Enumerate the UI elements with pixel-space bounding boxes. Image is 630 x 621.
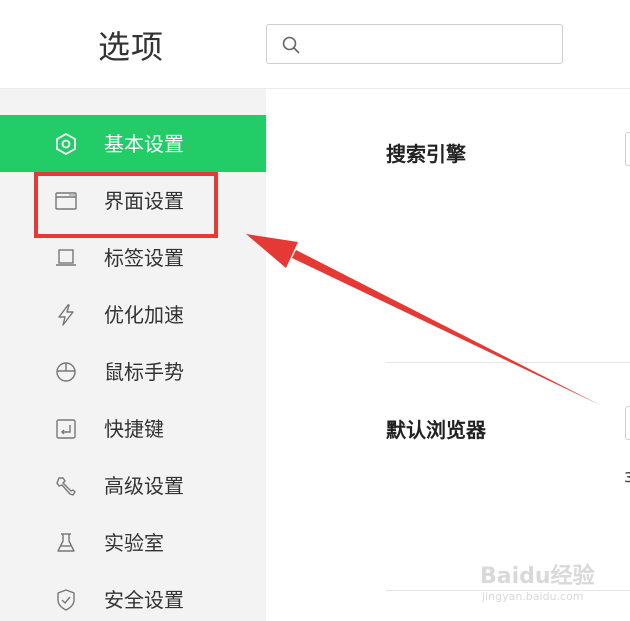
sidebar-item-label: 实验室 — [104, 531, 164, 555]
section-label-default-browser: 默认浏览器 — [386, 418, 486, 442]
sidebar-item-label: 标签设置 — [104, 246, 184, 270]
watermark-subtext: jingyan.baidu.com — [482, 590, 584, 603]
options-window: 选项 基本设置 界面设置 标签设置 优化加速 鼠标手势 快捷键 高级设置 实验室… — [0, 0, 630, 621]
sidebar-item-label: 安全设置 — [104, 588, 184, 612]
shield-icon — [57, 589, 75, 611]
sidebar-item-security-settings[interactable]: 安全设置 — [0, 571, 266, 621]
truncated-text: з — [624, 466, 630, 487]
section-label-search-engine: 搜索引擎 — [386, 142, 466, 166]
watermark: Baidu经验 jingyan.baidu.com — [480, 558, 610, 608]
sidebar-item-optimize-speed[interactable]: 优化加速 — [0, 286, 266, 343]
sidebar-item-basic-settings[interactable]: 基本设置 — [0, 115, 266, 172]
sidebar-item-label: 基本设置 — [104, 132, 184, 156]
flask-icon — [57, 533, 75, 552]
wrench-icon — [56, 477, 76, 496]
watermark-text: Baidu经验 — [480, 564, 595, 589]
search-input[interactable] — [311, 31, 555, 59]
sidebar-item-advanced-settings[interactable]: 高级设置 — [0, 457, 266, 514]
sidebar-item-lab[interactable]: 实验室 — [0, 514, 266, 571]
hexagon-gear-icon — [56, 132, 76, 156]
default-browser-button[interactable] — [625, 406, 630, 440]
header: 选项 — [0, 0, 630, 89]
search-icon — [282, 36, 300, 54]
sidebar-item-label: 优化加速 — [104, 303, 184, 327]
enter-key-icon — [56, 419, 76, 439]
page-title: 选项 — [98, 28, 165, 66]
section-divider — [386, 362, 630, 363]
sidebar-item-label: 快捷键 — [104, 417, 164, 441]
search-engine-select[interactable] — [625, 132, 630, 166]
sidebar-item-mouse-gestures[interactable]: 鼠标手势 — [0, 343, 266, 400]
annotation-highlight-box — [34, 172, 218, 238]
lightning-icon — [58, 304, 74, 326]
mouse-icon — [56, 362, 76, 382]
sidebar-item-label: 鼠标手势 — [104, 360, 184, 384]
search-box[interactable] — [266, 24, 563, 64]
sidebar-item-shortcuts[interactable]: 快捷键 — [0, 400, 266, 457]
main-content — [266, 89, 630, 621]
sidebar: 基本设置 界面设置 标签设置 优化加速 鼠标手势 快捷键 高级设置 实验室 安全… — [0, 89, 266, 621]
sidebar-item-label: 高级设置 — [104, 474, 184, 498]
tab-icon — [56, 249, 76, 266]
